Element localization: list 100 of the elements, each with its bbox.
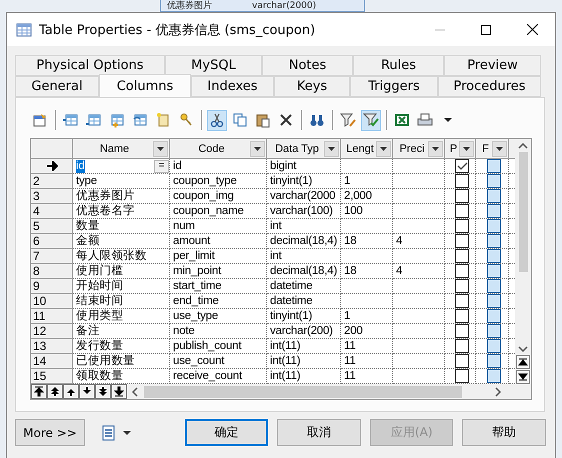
column-header[interactable]: Preci xyxy=(393,139,445,159)
foreign-key-checkbox[interactable] xyxy=(486,309,500,323)
cut-button[interactable] xyxy=(207,110,227,130)
filter-dropdown[interactable] xyxy=(459,140,474,156)
foreign-key-checkbox[interactable] xyxy=(486,369,500,383)
horizontal-scrollbar[interactable] xyxy=(31,384,531,399)
foreign-key-checkbox[interactable] xyxy=(486,264,500,278)
primary-checkbox[interactable] xyxy=(454,279,468,293)
row-header[interactable]: 10 xyxy=(31,294,73,309)
foreign-key-checkbox[interactable] xyxy=(486,279,500,293)
move-page-up-button[interactable] xyxy=(47,384,63,399)
column-header[interactable]: Lengt xyxy=(341,139,393,159)
name-edit-cell[interactable]: id = xyxy=(73,159,170,174)
primary-checkbox[interactable] xyxy=(454,294,468,308)
selected-text: id xyxy=(76,160,85,172)
move-bottom-button[interactable] xyxy=(111,384,127,399)
tab[interactable]: Physical Options xyxy=(15,55,165,76)
vertical-scrollbar[interactable] xyxy=(515,139,531,384)
row-header[interactable]: 9 xyxy=(31,279,73,294)
foreign-key-checkbox[interactable] xyxy=(486,159,500,173)
column-header[interactable]: P xyxy=(445,139,476,159)
primary-checkbox[interactable] xyxy=(454,189,468,203)
foreign-key-checkbox[interactable] xyxy=(486,234,500,248)
row-header[interactable]: 12 xyxy=(31,324,73,339)
column-header[interactable]: Code xyxy=(170,139,267,159)
table-icon xyxy=(16,22,32,38)
filter-check-button[interactable] xyxy=(361,110,381,130)
move-up-button[interactable] xyxy=(63,384,79,399)
row-header[interactable]: 13 xyxy=(31,339,73,354)
dialog-button[interactable]: 取消 xyxy=(277,419,361,446)
primary-checkbox[interactable] xyxy=(454,234,468,248)
caret-icon xyxy=(254,146,261,150)
row-header[interactable]: 8 xyxy=(31,264,73,279)
tab[interactable]: Keys xyxy=(274,76,350,97)
foreign-key-checkbox[interactable] xyxy=(486,204,500,218)
foreign-key-checkbox[interactable] xyxy=(486,189,500,203)
move-page-down-button[interactable] xyxy=(95,384,111,399)
row-header[interactable]: 2 xyxy=(31,174,73,189)
foreign-key-checkbox[interactable] xyxy=(486,219,500,233)
filter-dropdown[interactable] xyxy=(428,140,443,156)
primary-checkbox[interactable] xyxy=(454,369,468,383)
filter-dropdown[interactable] xyxy=(250,140,265,156)
tab[interactable]: Columns xyxy=(99,74,191,97)
scroll-thumb[interactable] xyxy=(518,152,528,272)
primary-checkbox[interactable] xyxy=(454,159,468,173)
primary-checkbox[interactable] xyxy=(454,174,468,188)
tab[interactable]: Procedures xyxy=(438,76,541,97)
row-header[interactable]: 5 xyxy=(31,219,73,234)
tab[interactable]: Triggers xyxy=(350,76,438,97)
move-top-button[interactable] xyxy=(31,384,47,399)
dialog-button[interactable]: 确定 xyxy=(184,419,268,446)
table-cell: 开始时间 xyxy=(73,279,170,294)
column-header[interactable]: Name xyxy=(73,139,170,159)
row-header[interactable]: 4 xyxy=(31,204,73,219)
foreign-key-checkbox[interactable] xyxy=(486,324,500,338)
foreign-key-checkbox[interactable] xyxy=(486,339,500,353)
tab[interactable]: Notes xyxy=(262,55,353,76)
dialog-button[interactable]: 帮助 xyxy=(462,419,546,446)
filter-dropdown[interactable] xyxy=(153,140,168,156)
table-cell: type xyxy=(73,174,170,189)
primary-checkbox[interactable] xyxy=(454,204,468,218)
row-header[interactable]: 3 xyxy=(31,189,73,204)
scroll-bottom-button[interactable] xyxy=(516,370,530,384)
tab[interactable]: Indexes xyxy=(191,76,274,97)
primary-checkbox[interactable] xyxy=(454,264,468,278)
tab[interactable]: MySQL xyxy=(165,55,262,76)
table-cell: 优惠卷名字 xyxy=(73,204,170,219)
tab[interactable]: Preview xyxy=(444,55,541,76)
column-header[interactable]: F xyxy=(476,139,509,159)
row-header[interactable]: 11 xyxy=(31,309,73,324)
row-header[interactable]: 6 xyxy=(31,234,73,249)
foreign-key-checkbox[interactable] xyxy=(486,354,500,368)
primary-checkbox[interactable] xyxy=(454,354,468,368)
scroll-thumb[interactable] xyxy=(144,386,462,398)
foreign-key-checkbox[interactable] xyxy=(486,174,500,188)
row-header[interactable]: 15 xyxy=(31,369,73,384)
move-up-icon xyxy=(66,386,76,397)
primary-checkbox[interactable] xyxy=(454,309,468,323)
tab[interactable]: Rules xyxy=(353,55,444,76)
filter-dropdown[interactable] xyxy=(376,140,391,156)
row-header[interactable] xyxy=(31,159,73,174)
filter-dropdown[interactable] xyxy=(492,140,507,156)
move-down-button[interactable] xyxy=(79,384,95,399)
primary-checkbox[interactable] xyxy=(454,339,468,353)
more-button[interactable]: More >> xyxy=(15,419,85,446)
primary-checkbox[interactable] xyxy=(454,324,468,338)
foreign-key-checkbox[interactable] xyxy=(486,294,500,308)
primary-checkbox[interactable] xyxy=(454,219,468,233)
scroll-top-button[interactable] xyxy=(516,355,530,369)
table-cell: num xyxy=(170,219,267,234)
row-header[interactable]: 14 xyxy=(31,354,73,369)
row-header[interactable]: 7 xyxy=(31,249,73,264)
filter-dropdown[interactable] xyxy=(324,140,339,156)
column-header[interactable]: Data Typ xyxy=(267,139,341,159)
table-cell: bigint xyxy=(267,159,341,174)
foreign-key-checkbox[interactable] xyxy=(486,249,500,263)
maximize-icon xyxy=(481,24,491,34)
tab[interactable]: General xyxy=(15,76,99,97)
equals-button[interactable]: = xyxy=(154,160,169,172)
primary-checkbox[interactable] xyxy=(454,249,468,263)
